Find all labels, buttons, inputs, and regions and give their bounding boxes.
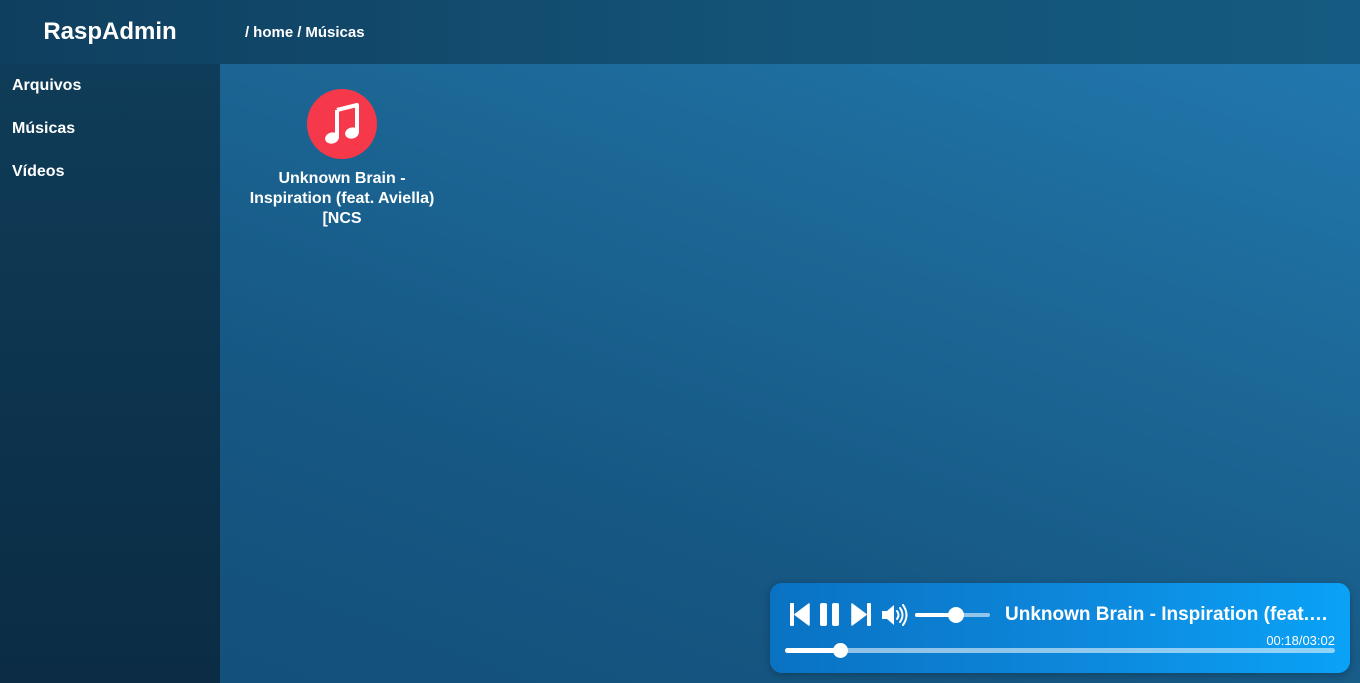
volume-icon[interactable]	[881, 604, 909, 626]
sidebar-item-videos[interactable]: Vídeos	[0, 150, 220, 193]
progress-bar[interactable]	[785, 643, 1335, 658]
volume-thumb[interactable]	[948, 607, 965, 623]
breadcrumb-current[interactable]: Músicas	[305, 24, 364, 41]
volume-slider[interactable]	[915, 607, 990, 623]
breadcrumb-root[interactable]: /	[245, 24, 249, 41]
pause-icon[interactable]	[820, 603, 840, 626]
playback-time: 00:18/03:02	[1266, 633, 1335, 648]
progress-fill	[785, 648, 840, 653]
file-name: Unknown Brain - Inspiration (feat. Aviel…	[249, 170, 435, 227]
file-item[interactable]: Unknown Brain - Inspiration (feat. Aviel…	[234, 88, 450, 229]
breadcrumb-separator: /	[297, 23, 302, 41]
sidebar: Arquivos Músicas Vídeos	[0, 64, 220, 683]
now-playing-title: Unknown Brain - Inspiration (feat. Aviel…	[1005, 604, 1330, 625]
app-title[interactable]: RaspAdmin	[0, 0, 220, 64]
sidebar-item-arquivos[interactable]: Arquivos	[0, 64, 220, 107]
music-note-icon	[307, 89, 377, 159]
skip-next-icon[interactable]	[851, 603, 871, 626]
progress-thumb[interactable]	[833, 643, 848, 658]
skip-previous-icon[interactable]	[790, 603, 810, 626]
breadcrumb-home[interactable]: home	[253, 24, 293, 41]
audio-player: Unknown Brain - Inspiration (feat. Aviel…	[770, 583, 1350, 673]
top-bar: RaspAdmin / home / Músicas	[0, 0, 1360, 64]
breadcrumb: / home / Músicas	[245, 0, 365, 64]
sidebar-item-musicas[interactable]: Músicas	[0, 107, 220, 150]
